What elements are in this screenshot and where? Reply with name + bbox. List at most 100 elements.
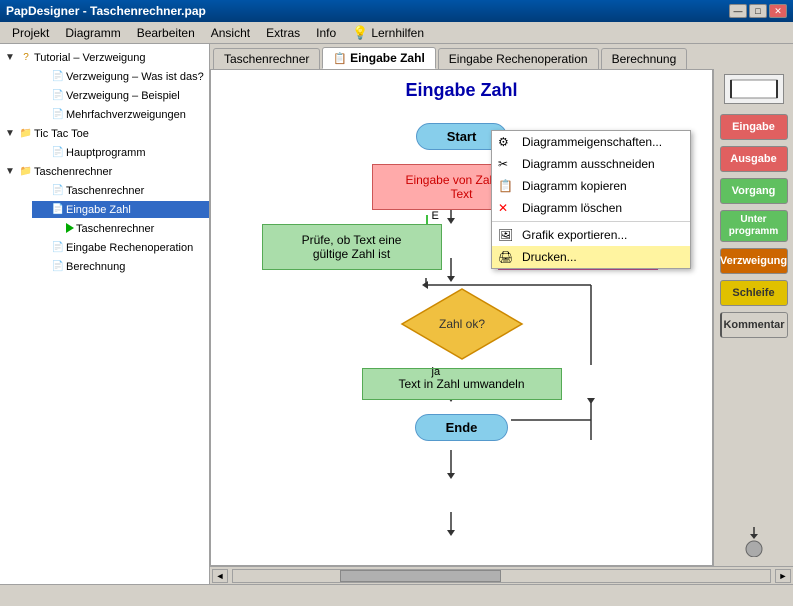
ctx-drucken[interactable]: 🖨 Drucken... xyxy=(492,246,690,268)
sidebar-item-eingabe-rechenop[interactable]: 📄 Eingabe Rechenoperation xyxy=(0,238,209,257)
sidebar-item-caller[interactable]: Taschenrechner xyxy=(0,219,209,238)
tab-label-berechnung: Berechnung xyxy=(612,52,677,66)
ctx-label-copy: Diagramm kopieren xyxy=(522,179,627,193)
sidebar-item-hauptprogramm[interactable]: 📄 Hauptprogramm xyxy=(0,143,209,162)
diagram-title: Eingabe Zahl xyxy=(231,80,692,101)
ctx-grafik-exportieren[interactable]: 🖼 Grafik exportieren... xyxy=(492,224,690,246)
node-pruefe[interactable]: Prüfe, ob Text einegültige Zahl ist xyxy=(262,224,442,270)
sidebar-label-beispiel: Verzweigung – Beispiel xyxy=(66,90,180,102)
scrollbar-thumb[interactable] xyxy=(340,570,501,582)
sidebar-label-berechnung: Berechnung xyxy=(66,261,125,273)
doc-icon-tr: 📄 xyxy=(50,185,66,196)
doc-icon-ber: 📄 xyxy=(50,261,66,272)
menu-ansicht[interactable]: Ansicht xyxy=(203,24,258,42)
ctx-label-properties: Diagrammeigenschaften... xyxy=(522,135,662,149)
diagram-canvas[interactable]: Eingabe Zahl xyxy=(210,69,713,566)
sidebar-item-taschenrechner[interactable]: 📄 Taschenrechner xyxy=(0,181,209,200)
ctx-separator xyxy=(492,221,690,222)
horizontal-scrollbar[interactable] xyxy=(232,569,771,583)
tool-eingabe[interactable]: Eingabe xyxy=(720,114,788,140)
menubar: Projekt Diagramm Bearbeiten Ansicht Extr… xyxy=(0,22,793,44)
tab-berechnung[interactable]: Berechnung xyxy=(601,48,688,69)
sidebar-label-tictactoe: Tic Tac Toe xyxy=(34,128,89,140)
sidebar-item-was-ist-das[interactable]: 📄 Verzweigung – Was ist das? xyxy=(0,67,209,86)
close-button[interactable]: ✕ xyxy=(769,4,787,18)
shape-tools: Eingabe Ausgabe Vorgang Unter programm V… xyxy=(713,69,793,566)
menu-bearbeiten[interactable]: Bearbeiten xyxy=(129,24,203,42)
sidebar-item-tictactoe-group[interactable]: ▼ 📁 Tic Tac Toe xyxy=(0,124,209,143)
scroll-right-button[interactable]: ► xyxy=(775,569,791,583)
ctx-icon-print: 🖨 xyxy=(498,250,513,264)
content-area: Taschenrechner 📋 Eingabe Zahl Eingabe Re… xyxy=(210,44,793,584)
sidebar-item-beispiel[interactable]: 📄 Verzweigung – Beispiel xyxy=(0,86,209,105)
doc-icon-1: 📄 xyxy=(50,71,66,82)
tool-ausgabe[interactable]: Ausgabe xyxy=(720,146,788,172)
menu-lernhilfen[interactable]: 💡 Lernhilfen xyxy=(344,23,432,43)
titlebar: PapDesigner - Taschenrechner.pap — □ ✕ xyxy=(0,0,793,22)
node-ende[interactable]: Ende xyxy=(415,414,509,441)
shape-preview-svg xyxy=(729,78,779,100)
sidebar: ▼ ? Tutorial – Verzweigung 📄 Verzweigung… xyxy=(0,44,210,584)
diamond-svg: Zahl ok? xyxy=(397,284,527,364)
sidebar-item-tutorial-group[interactable]: ▼ ? Tutorial – Verzweigung xyxy=(0,48,209,67)
ctx-icon-properties: ⚙ xyxy=(498,135,509,149)
e-label: E xyxy=(432,210,439,222)
tool-vorgang[interactable]: Vorgang xyxy=(720,178,788,204)
tab-eingabe-rechenop[interactable]: Eingabe Rechenoperation xyxy=(438,48,599,69)
sidebar-item-eingabe-zahl[interactable]: 📄 Eingabe Zahl xyxy=(0,200,209,219)
tab-label-eingabe-zahl: Eingabe Zahl xyxy=(350,51,425,65)
tool-schleife[interactable]: Schleife xyxy=(720,280,788,306)
doc-icon-haupt: 📄 xyxy=(50,147,66,158)
sidebar-label-mehrfach: Mehrfachverzweigungen xyxy=(66,109,186,121)
scroll-left-button[interactable]: ◄ xyxy=(212,569,228,583)
ctx-ausschneiden[interactable]: ✂ Diagramm ausschneiden xyxy=(492,153,690,175)
sidebar-label-hauptprogramm: Hauptprogramm xyxy=(66,147,145,159)
context-menu: ⚙ Diagrammeigenschaften... ✂ Diagramm au… xyxy=(491,130,691,269)
tab-label-taschenrechner: Taschenrechner xyxy=(224,52,309,66)
ctx-kopieren[interactable]: 📋 Diagramm kopieren xyxy=(492,175,690,197)
ctx-label-print: Drucken... xyxy=(522,250,577,264)
tool-kommentar[interactable]: Kommentar xyxy=(720,312,788,338)
sidebar-label-eingabe-rechenop: Eingabe Rechenoperation xyxy=(66,242,193,254)
lernhilfen-label: Lernhilfen xyxy=(371,26,424,40)
node-umwandeln[interactable]: Text in Zahl umwandeln xyxy=(362,368,562,400)
minimize-button[interactable]: — xyxy=(729,4,747,18)
ctx-icon-delete: ✕ xyxy=(498,201,508,215)
doc-icon-er: 📄 xyxy=(50,242,66,253)
tab-label-eingabe-rechenop: Eingabe Rechenoperation xyxy=(449,52,588,66)
shape-preview-box xyxy=(724,74,784,104)
ctx-icon-cut: ✂ xyxy=(498,157,508,171)
sidebar-label-was-ist-das: Verzweigung – Was ist das? xyxy=(66,71,204,83)
triangle-right-icon xyxy=(66,222,76,236)
ja-label: ja xyxy=(432,366,441,378)
sidebar-item-berechnung[interactable]: 📄 Berechnung xyxy=(0,257,209,276)
sidebar-item-taschenrechner-group[interactable]: ▼ 📁 Taschenrechner xyxy=(0,162,209,181)
doc-icon-2: 📄 xyxy=(50,90,66,101)
menu-extras[interactable]: Extras xyxy=(258,24,308,42)
ctx-loeschen[interactable]: ✕ Diagramm löschen xyxy=(492,197,690,219)
ctx-diagrammeigenschaften[interactable]: ⚙ Diagrammeigenschaften... xyxy=(492,131,690,153)
ctx-icon-copy: 📋 xyxy=(498,179,513,193)
sidebar-item-mehrfach[interactable]: 📄 Mehrfachverzweigungen xyxy=(0,105,209,124)
doc-icon-3: 📄 xyxy=(50,109,66,120)
tab-eingabe-zahl[interactable]: 📋 Eingabe Zahl xyxy=(322,47,435,69)
tool-verzweigung[interactable]: Verzweigung xyxy=(720,248,788,274)
diagram-canvas-inner: Eingabe Zahl xyxy=(211,70,712,565)
menu-info[interactable]: Info xyxy=(308,24,344,42)
sidebar-label-caller-tr: Taschenrechner xyxy=(76,223,154,235)
menu-diagramm[interactable]: Diagramm xyxy=(57,24,128,42)
menu-projekt[interactable]: Projekt xyxy=(4,24,57,42)
bottom-bar: ◄ ► xyxy=(210,566,793,584)
connector-area xyxy=(739,527,769,557)
maximize-button[interactable]: □ xyxy=(749,4,767,18)
tab-taschenrechner[interactable]: Taschenrechner xyxy=(213,48,320,69)
tab-icon-eingabe: 📋 xyxy=(333,52,347,65)
doc-icon-ez: 📄 xyxy=(50,204,66,215)
decision-label-text: Zahl ok? xyxy=(438,317,484,331)
connector-svg xyxy=(739,527,769,557)
expand-icon: ▼ xyxy=(2,52,18,63)
folder-icon-ttt: 📁 xyxy=(18,128,34,139)
ctx-label-export: Grafik exportieren... xyxy=(522,228,627,242)
tool-unterprogramm[interactable]: Unter programm xyxy=(720,210,788,242)
node-pruefe-label: Prüfe, ob Text einegültige Zahl ist xyxy=(302,233,402,261)
